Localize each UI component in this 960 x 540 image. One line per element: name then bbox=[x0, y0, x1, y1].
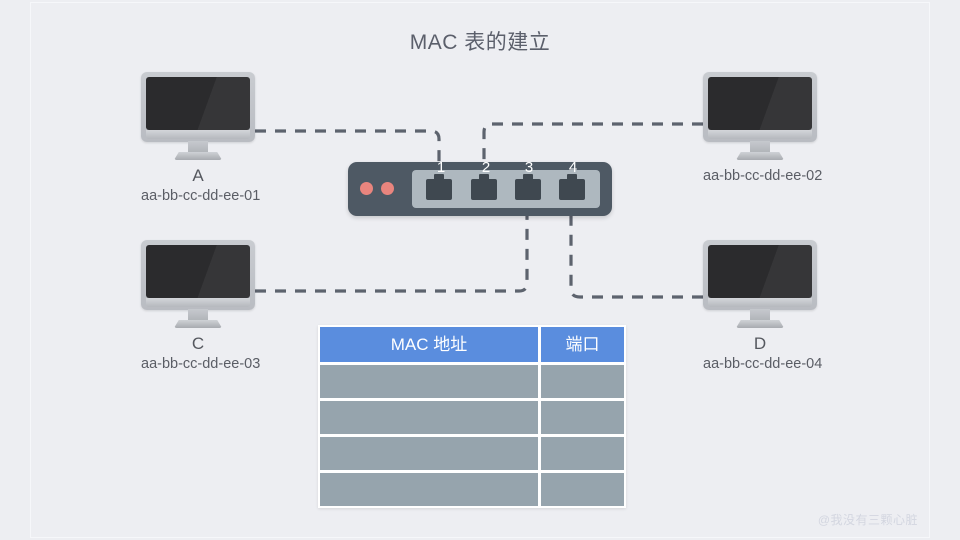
cell-port[interactable] bbox=[541, 401, 624, 434]
monitor-screen bbox=[146, 245, 250, 298]
cell-port[interactable] bbox=[541, 473, 624, 506]
monitor-icon bbox=[703, 72, 817, 160]
slide-canvas: MAC 表的建立 A aa-bb-cc-dd-ee-01 aa-bb-cc-dd… bbox=[0, 0, 960, 540]
computer-d-labels: D aa-bb-cc-dd-ee-04 bbox=[703, 334, 823, 374]
cell-mac[interactable] bbox=[320, 401, 538, 434]
port-label-4: 4 bbox=[568, 159, 578, 176]
table-header-row: MAC 地址 端口 bbox=[320, 327, 624, 362]
table-row[interactable] bbox=[320, 365, 624, 398]
monitor-chin bbox=[146, 130, 250, 139]
switch-port-4[interactable] bbox=[559, 174, 585, 200]
switch-port-3[interactable] bbox=[515, 174, 541, 200]
monitor-screen bbox=[708, 77, 812, 130]
table-row[interactable] bbox=[320, 437, 624, 470]
monitor-icon bbox=[703, 240, 817, 328]
cell-mac[interactable] bbox=[320, 437, 538, 470]
computer-a[interactable]: A aa-bb-cc-dd-ee-01 bbox=[141, 72, 261, 206]
monitor-base bbox=[174, 152, 222, 160]
computer-d-letter: D bbox=[753, 334, 767, 353]
link-d-to-port4 bbox=[569, 216, 703, 299]
monitor-screen bbox=[708, 245, 812, 298]
switch-port-2[interactable] bbox=[471, 174, 497, 200]
computer-d[interactable]: D aa-bb-cc-dd-ee-04 bbox=[703, 240, 823, 374]
port-label-3: 3 bbox=[524, 159, 534, 176]
cell-mac[interactable] bbox=[320, 365, 538, 398]
computer-d-mac: aa-bb-cc-dd-ee-04 bbox=[703, 356, 823, 372]
monitor-chin bbox=[146, 298, 250, 307]
link-b-to-port2 bbox=[482, 122, 703, 162]
table-row[interactable] bbox=[320, 473, 624, 506]
computer-c[interactable]: C aa-bb-cc-dd-ee-03 bbox=[141, 240, 261, 374]
status-led-1 bbox=[360, 182, 373, 195]
port-label-2: 2 bbox=[481, 159, 491, 176]
monitor-base bbox=[174, 320, 222, 328]
computer-a-letter: A bbox=[192, 166, 204, 185]
switch-port-1[interactable] bbox=[426, 174, 452, 200]
monitor-chin bbox=[708, 130, 812, 139]
computer-c-letter: C bbox=[191, 334, 205, 353]
watermark: @我没有三颗心脏 bbox=[817, 513, 918, 527]
computer-c-labels: C aa-bb-cc-dd-ee-03 bbox=[141, 334, 261, 374]
port-label-1: 1 bbox=[436, 159, 446, 176]
monitor-base bbox=[736, 320, 784, 328]
link-a-to-port1 bbox=[255, 129, 441, 162]
monitor-screen bbox=[146, 77, 250, 130]
mac-address-table: MAC 地址 端口 bbox=[318, 325, 626, 508]
computer-b-mac: aa-bb-cc-dd-ee-02 bbox=[703, 168, 823, 184]
computer-b[interactable]: aa-bb-cc-dd-ee-02 bbox=[703, 72, 823, 186]
computer-a-labels: A aa-bb-cc-dd-ee-01 bbox=[141, 166, 261, 206]
cell-mac[interactable] bbox=[320, 473, 538, 506]
monitor-chin bbox=[708, 298, 812, 307]
computer-c-mac: aa-bb-cc-dd-ee-03 bbox=[141, 356, 261, 372]
computer-b-labels: aa-bb-cc-dd-ee-02 bbox=[703, 166, 823, 186]
column-header-mac: MAC 地址 bbox=[320, 327, 538, 362]
cell-port[interactable] bbox=[541, 365, 624, 398]
link-c-to-port3 bbox=[255, 216, 529, 293]
monitor-icon bbox=[141, 240, 255, 328]
monitor-icon bbox=[141, 72, 255, 160]
computer-a-mac: aa-bb-cc-dd-ee-01 bbox=[141, 188, 261, 204]
monitor-base bbox=[736, 152, 784, 160]
table-row[interactable] bbox=[320, 401, 624, 434]
cell-port[interactable] bbox=[541, 437, 624, 470]
column-header-port: 端口 bbox=[541, 327, 624, 362]
status-led-2 bbox=[381, 182, 394, 195]
